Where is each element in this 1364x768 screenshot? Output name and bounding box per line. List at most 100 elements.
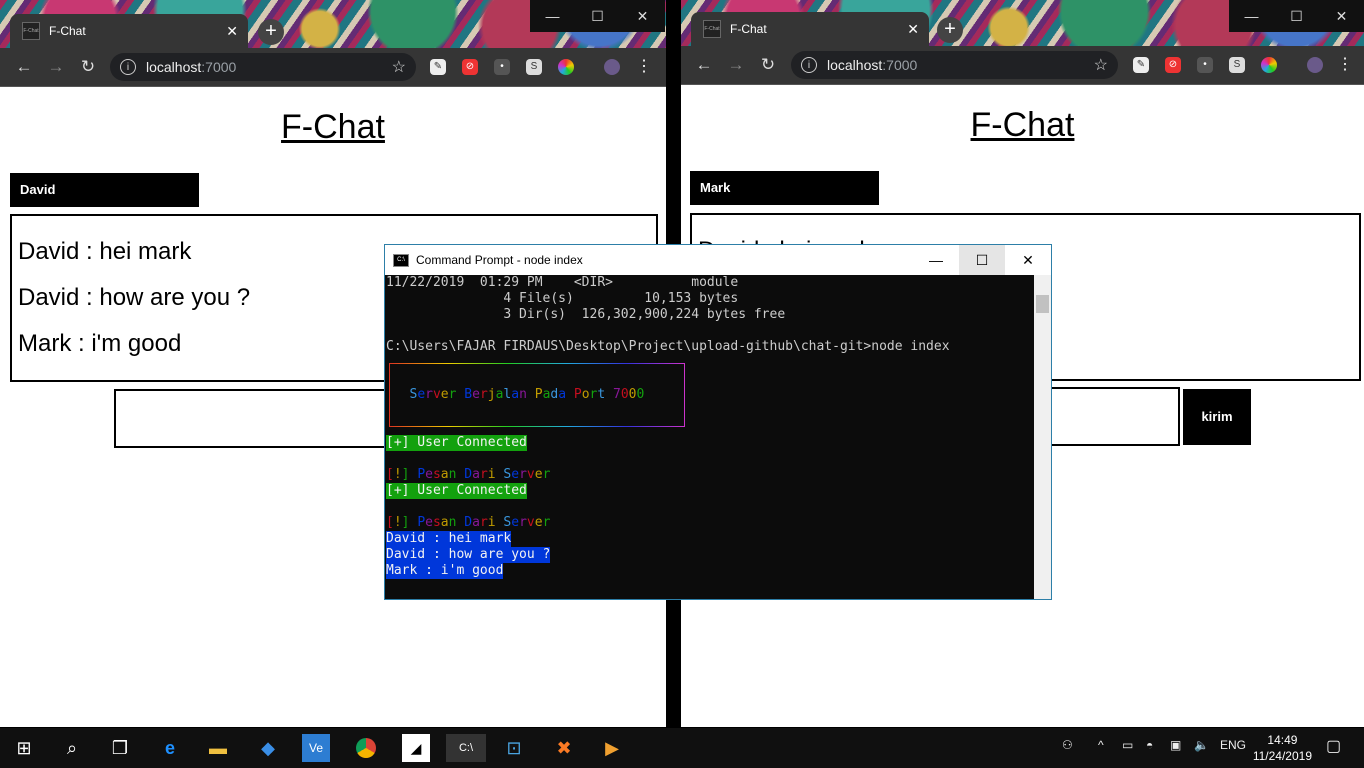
- extension-icon[interactable]: ✎: [430, 59, 446, 75]
- message-input[interactable]: [114, 389, 394, 448]
- extension-s-icon[interactable]: S: [1229, 57, 1245, 73]
- forward-icon[interactable]: →: [46, 57, 66, 77]
- minimize-button[interactable]: —: [913, 245, 959, 275]
- back-icon[interactable]: ←: [694, 55, 714, 75]
- taskbar: ⊞ ⌕ ❐ e ▬ ◆ Ve ◢ C:\ ⊡ ✖ ▶ ⚇ ^ ▭ ◓ ▣ 🔈 E…: [0, 728, 1364, 768]
- windows-start-icon[interactable]: ⊞: [10, 734, 38, 762]
- language-indicator[interactable]: ENG: [1220, 738, 1246, 752]
- tab-strip: F-Chat F-Chat ✕ + — ☐ ✕: [0, 0, 666, 48]
- bookmark-star-icon[interactable]: ☆: [1094, 55, 1108, 75]
- new-tab-button[interactable]: +: [258, 19, 284, 45]
- cmd-icon[interactable]: C:\: [446, 734, 486, 762]
- task-view-icon[interactable]: ❐: [106, 734, 134, 762]
- message-input[interactable]: [1041, 387, 1180, 446]
- volume-icon[interactable]: 🔈: [1194, 738, 1209, 752]
- maximize-button[interactable]: ☐: [575, 0, 620, 32]
- site-info-icon[interactable]: i: [120, 59, 136, 75]
- cmd-icon: C:\: [393, 253, 409, 267]
- clock-date: 11/24/2019: [1252, 749, 1312, 763]
- scrollbar[interactable]: [1034, 275, 1051, 599]
- clock[interactable]: 14:49 11/24/2019: [1253, 732, 1312, 764]
- color-extension-icon[interactable]: [558, 59, 574, 75]
- url-port: :7000: [882, 57, 918, 73]
- profile-avatar[interactable]: [1307, 57, 1323, 73]
- maximize-button[interactable]: ☐: [959, 245, 1005, 275]
- username-label: David: [10, 173, 199, 207]
- console-line: C:\Users\FAJAR FIRDAUS\Desktop\Project\u…: [386, 339, 950, 354]
- extension-icon[interactable]: •: [1197, 57, 1213, 73]
- username-label: Mark: [690, 171, 879, 205]
- edge-icon[interactable]: e: [156, 734, 184, 762]
- battery-icon[interactable]: ▭: [1122, 738, 1133, 752]
- close-tab-icon[interactable]: ✕: [226, 23, 238, 40]
- people-icon[interactable]: ⚇: [1062, 738, 1073, 752]
- tab-strip: F-Chat F-Chat ✕ + — ☐ ✕: [681, 0, 1364, 46]
- maximize-button[interactable]: ☐: [1274, 0, 1319, 32]
- message-item: David : hei mark: [18, 238, 192, 265]
- minimize-button[interactable]: —: [530, 0, 575, 32]
- forward-icon[interactable]: →: [726, 55, 746, 75]
- vs-icon[interactable]: Ve: [302, 734, 330, 762]
- network-icon[interactable]: ◓: [1146, 738, 1153, 752]
- cmd-titlebar[interactable]: C:\ Command Prompt - node index — ☐ ✕: [385, 245, 1051, 275]
- console-output[interactable]: 11/22/2019 01:29 PM <DIR> module 4 File(…: [385, 275, 1035, 599]
- extension-icon[interactable]: ✎: [1133, 57, 1149, 73]
- sticky-notes-icon[interactable]: ◢: [402, 734, 430, 762]
- extension-s-icon[interactable]: S: [526, 59, 542, 75]
- adblock-extension-icon[interactable]: ⊘: [462, 59, 478, 75]
- message-item: David : how are you ?: [18, 284, 251, 311]
- console-line: [!] Pesan Dari Server: [386, 467, 551, 482]
- console-line: Mark : i'm good: [386, 563, 504, 579]
- close-window-button[interactable]: ✕: [1005, 245, 1051, 275]
- color-extension-icon[interactable]: [1261, 57, 1277, 73]
- site-info-icon[interactable]: i: [801, 57, 817, 73]
- console-line: Server Berjalan Pada Port 7000: [409, 387, 645, 402]
- file-explorer-icon[interactable]: ▬: [204, 734, 232, 762]
- new-tab-button[interactable]: +: [937, 17, 963, 43]
- window-controls: — ☐ ✕: [530, 0, 665, 32]
- bookmark-star-icon[interactable]: ☆: [392, 57, 406, 77]
- menu-icon[interactable]: ⋮: [1337, 57, 1353, 73]
- scrollbar-thumb[interactable]: [1036, 295, 1049, 313]
- close-window-button[interactable]: ✕: [1319, 0, 1364, 32]
- tab-title: F-Chat: [49, 24, 86, 38]
- favicon-icon: F-Chat: [22, 22, 40, 40]
- favicon-icon: F-Chat: [703, 20, 721, 38]
- window-controls: — ☐ ✕: [1229, 0, 1364, 32]
- clock-time: 14:49: [1267, 733, 1298, 747]
- reload-icon[interactable]: ↻: [78, 57, 98, 77]
- menu-icon[interactable]: ⋮: [636, 59, 652, 75]
- browser-toolbar: ← → ↻ i localhost:7000 ☆ ✎ ⊘ • S ⋮: [0, 48, 666, 87]
- browser-toolbar: ← → ↻ i localhost:7000 ☆ ✎ ⊘ • S ⋮: [681, 46, 1364, 85]
- url-host: localhost: [827, 57, 883, 73]
- minimize-button[interactable]: —: [1229, 0, 1274, 32]
- back-icon[interactable]: ←: [14, 57, 34, 77]
- console-line: 3 Dir(s) 126,302,900,224 bytes free: [386, 307, 786, 322]
- device-icon[interactable]: ▣: [1170, 738, 1181, 752]
- command-prompt-window: C:\ Command Prompt - node index — ☐ ✕ 11…: [384, 244, 1052, 600]
- reload-icon[interactable]: ↻: [758, 55, 778, 75]
- vscode-icon[interactable]: ◆: [254, 734, 282, 762]
- console-line: David : hei mark: [386, 531, 512, 547]
- console-line: [!] Pesan Dari Server: [386, 515, 551, 530]
- search-icon[interactable]: ⌕: [58, 734, 86, 762]
- adblock-extension-icon[interactable]: ⊘: [1165, 57, 1181, 73]
- chrome-icon[interactable]: [352, 734, 380, 762]
- network-app-icon[interactable]: ⊡: [500, 734, 528, 762]
- browser-tab[interactable]: F-Chat F-Chat ✕: [10, 14, 248, 48]
- browser-tab[interactable]: F-Chat F-Chat ✕: [691, 12, 929, 46]
- notification-icon[interactable]: ▢: [1326, 736, 1341, 756]
- extension-icon[interactable]: •: [494, 59, 510, 75]
- address-bar[interactable]: i localhost:7000 ☆: [110, 53, 416, 81]
- cmd-title: Command Prompt - node index: [416, 253, 583, 267]
- send-button[interactable]: kirim: [1183, 389, 1251, 445]
- profile-avatar[interactable]: [604, 59, 620, 75]
- address-bar[interactable]: i localhost:7000 ☆: [791, 51, 1118, 79]
- xampp-icon[interactable]: ✖: [550, 734, 578, 762]
- console-line: David : how are you ?: [386, 547, 551, 563]
- close-window-button[interactable]: ✕: [620, 0, 665, 32]
- media-player-icon[interactable]: ▶: [598, 734, 626, 762]
- close-tab-icon[interactable]: ✕: [907, 21, 919, 38]
- console-line: [+] User Connected: [386, 483, 527, 499]
- chevron-up-icon[interactable]: ^: [1098, 738, 1104, 752]
